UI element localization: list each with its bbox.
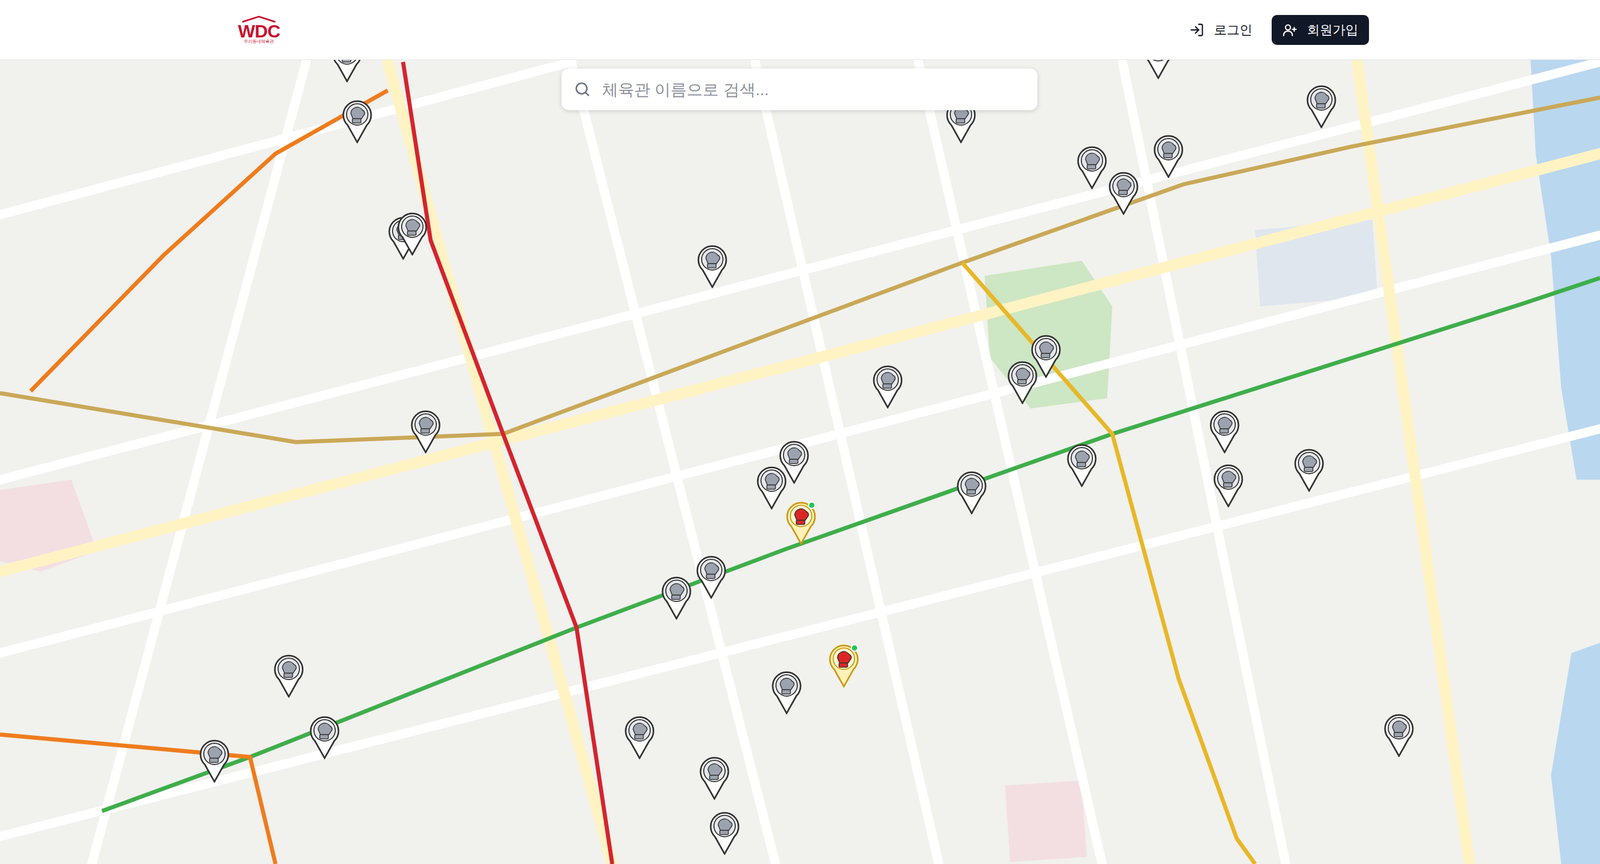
boxing-glove-icon [623,714,656,760]
boxing-glove-icon [1152,133,1185,179]
map-pin[interactable] [698,755,731,800]
map-pin[interactable] [1293,447,1326,492]
boxing-glove-icon [1006,359,1039,405]
boxing-glove-icon [785,500,818,545]
boxing-glove-icon [341,98,374,144]
map-pin[interactable] [696,243,729,289]
map-pin[interactable] [1208,408,1241,454]
map-pin[interactable] [1212,462,1245,508]
boxing-glove-icon [827,642,860,688]
boxing-glove-icon [871,363,904,409]
map-pin[interactable] [308,714,341,760]
boxing-glove-icon [1305,83,1338,129]
map-pin[interactable] [1382,712,1415,758]
search-bar [561,68,1038,111]
map-pin[interactable] [1075,144,1109,190]
boxing-glove-icon [1382,712,1415,758]
map-pin[interactable] [770,669,803,715]
map-pin[interactable] [1065,442,1098,488]
map-pin[interactable] [1152,133,1185,179]
boxing-glove-icon [272,652,305,698]
boxing-glove-icon [1075,144,1109,190]
boxing-glove-icon [955,469,988,515]
map-pin[interactable] [331,59,364,83]
search-input[interactable] [602,77,1026,102]
map-pin[interactable] [272,652,305,698]
roof-icon [241,15,277,23]
login-button[interactable]: 로그인 [1182,14,1259,45]
boxing-glove-icon [409,408,442,454]
map-pin[interactable] [1107,170,1140,215]
map-pin[interactable] [660,574,693,620]
map-pin[interactable] [871,363,904,409]
header: WDC 우리동네체육관 로그인 회원가입 [0,0,1600,60]
boxing-glove-icon [1107,170,1140,215]
login-icon [1189,22,1205,38]
map-pin[interactable] [755,464,788,510]
map-pin[interactable] [341,98,374,144]
user-plus-icon [1282,22,1298,38]
map-pin[interactable] [708,810,741,856]
map-pin[interactable] [785,500,818,545]
boxing-glove-icon [755,464,788,510]
boxing-glove-icon [1293,447,1326,492]
boxing-glove-icon [1142,59,1175,80]
boxing-glove-icon [331,59,364,83]
map-pin[interactable] [827,642,860,688]
map-pin[interactable] [198,737,231,783]
map[interactable] [0,59,1600,864]
map-pin[interactable] [695,554,728,599]
boxing-glove-icon [308,714,341,760]
boxing-glove-icon [198,737,231,783]
map-pin[interactable] [623,714,656,760]
boxing-glove-icon [708,810,741,856]
boxing-glove-icon [396,210,429,256]
boxing-glove-icon [695,554,728,599]
map-pin[interactable] [396,210,429,256]
map-pin[interactable] [1142,59,1175,80]
map-pin[interactable] [955,469,988,515]
map-pin[interactable] [1006,359,1039,405]
search-icon [573,80,592,99]
boxing-glove-icon [1212,462,1245,508]
signup-button[interactable]: 회원가입 [1271,14,1369,45]
boxing-glove-icon [770,669,803,715]
boxing-glove-icon [1065,442,1098,488]
logo[interactable]: WDC 우리동네체육관 [237,15,281,45]
boxing-glove-icon [698,755,731,800]
map-pin[interactable] [1305,83,1338,129]
boxing-glove-icon [1208,408,1241,454]
map-pin[interactable] [409,408,442,454]
boxing-glove-icon [696,243,729,289]
boxing-glove-icon [660,574,693,620]
